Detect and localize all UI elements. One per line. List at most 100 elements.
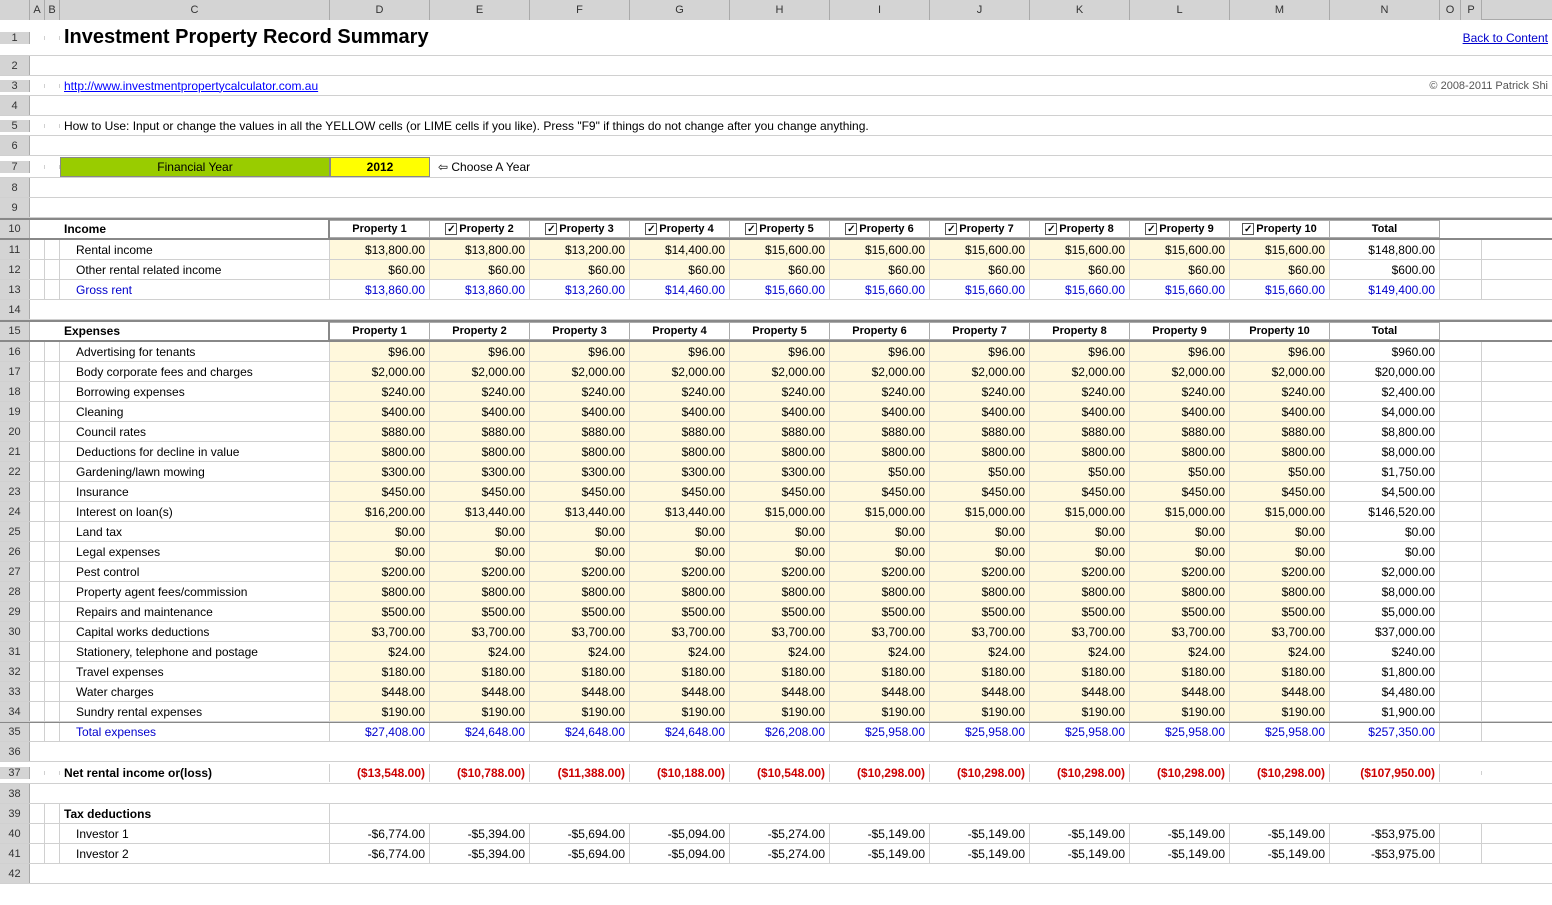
cleaning-p8[interactable]: $400.00 [1030,402,1130,421]
financial-year-value-cell[interactable]: 2012 [330,157,430,177]
borrowing-p8[interactable]: $240.00 [1030,382,1130,401]
legal-p1[interactable]: $0.00 [330,542,430,561]
water-p5[interactable]: $448.00 [730,682,830,701]
gardening-p8[interactable]: $50.00 [1030,462,1130,481]
interest-p1[interactable]: $16,200.00 [330,502,430,521]
sundry-p10[interactable]: $190.00 [1230,702,1330,721]
agent-fees-p1[interactable]: $800.00 [330,582,430,601]
legal-p10[interactable]: $0.00 [1230,542,1330,561]
interest-p5[interactable]: $15,000.00 [730,502,830,521]
rental-income-p2[interactable]: $13,800.00 [430,240,530,259]
other-rental-p10[interactable]: $60.00 [1230,260,1330,279]
agent-fees-p4[interactable]: $800.00 [630,582,730,601]
borrowing-p9[interactable]: $240.00 [1130,382,1230,401]
repairs-p5[interactable]: $500.00 [730,602,830,621]
agent-fees-p6[interactable]: $800.00 [830,582,930,601]
repairs-p1[interactable]: $500.00 [330,602,430,621]
borrowing-p10[interactable]: $240.00 [1230,382,1330,401]
council-p2[interactable]: $880.00 [430,422,530,441]
interest-p2[interactable]: $13,440.00 [430,502,530,521]
travel-p2[interactable]: $180.00 [430,662,530,681]
agent-fees-p8[interactable]: $800.00 [1030,582,1130,601]
agent-fees-p9[interactable]: $800.00 [1130,582,1230,601]
p5-checkbox[interactable]: ✓ [745,223,757,235]
capital-works-p7[interactable]: $3,700.00 [930,622,1030,641]
p3-checkbox[interactable]: ✓ [545,223,557,235]
repairs-p4[interactable]: $500.00 [630,602,730,621]
decline-p5[interactable]: $800.00 [730,442,830,461]
travel-p9[interactable]: $180.00 [1130,662,1230,681]
cleaning-p1[interactable]: $400.00 [330,402,430,421]
advertising-p5[interactable]: $96.00 [730,342,830,361]
pest-p4[interactable]: $200.00 [630,562,730,581]
stationery-p6[interactable]: $24.00 [830,642,930,661]
borrowing-p4[interactable]: $240.00 [630,382,730,401]
legal-p8[interactable]: $0.00 [1030,542,1130,561]
water-p3[interactable]: $448.00 [530,682,630,701]
borrowing-p7[interactable]: $240.00 [930,382,1030,401]
land-tax-p1[interactable]: $0.00 [330,522,430,541]
other-rental-p3[interactable]: $60.00 [530,260,630,279]
agent-fees-p5[interactable]: $800.00 [730,582,830,601]
insurance-p3[interactable]: $450.00 [530,482,630,501]
agent-fees-p10[interactable]: $800.00 [1230,582,1330,601]
gardening-p4[interactable]: $300.00 [630,462,730,481]
land-tax-p10[interactable]: $0.00 [1230,522,1330,541]
pest-p3[interactable]: $200.00 [530,562,630,581]
repairs-p7[interactable]: $500.00 [930,602,1030,621]
borrowing-p6[interactable]: $240.00 [830,382,930,401]
rental-income-p10[interactable]: $15,600.00 [1230,240,1330,259]
water-p2[interactable]: $448.00 [430,682,530,701]
back-to-content-link[interactable]: Back to Content [1463,31,1548,45]
repairs-p3[interactable]: $500.00 [530,602,630,621]
capital-works-p1[interactable]: $3,700.00 [330,622,430,641]
p2-checkbox[interactable]: ✓ [445,223,457,235]
other-rental-p1[interactable]: $60.00 [330,260,430,279]
land-tax-p2[interactable]: $0.00 [430,522,530,541]
website-link[interactable]: http://www.investmentpropertycalculator.… [64,79,318,93]
rental-income-p4[interactable]: $14,400.00 [630,240,730,259]
legal-p4[interactable]: $0.00 [630,542,730,561]
legal-p5[interactable]: $0.00 [730,542,830,561]
sundry-p9[interactable]: $190.00 [1130,702,1230,721]
insurance-p2[interactable]: $450.00 [430,482,530,501]
p7-checkbox[interactable]: ✓ [945,223,957,235]
water-p6[interactable]: $448.00 [830,682,930,701]
gardening-p6[interactable]: $50.00 [830,462,930,481]
decline-p2[interactable]: $800.00 [430,442,530,461]
capital-works-p3[interactable]: $3,700.00 [530,622,630,641]
p9-checkbox[interactable]: ✓ [1145,223,1157,235]
pest-p6[interactable]: $200.00 [830,562,930,581]
cleaning-p9[interactable]: $400.00 [1130,402,1230,421]
water-p7[interactable]: $448.00 [930,682,1030,701]
borrowing-p5[interactable]: $240.00 [730,382,830,401]
decline-p1[interactable]: $800.00 [330,442,430,461]
body-corp-p4[interactable]: $2,000.00 [630,362,730,381]
travel-p3[interactable]: $180.00 [530,662,630,681]
land-tax-p3[interactable]: $0.00 [530,522,630,541]
other-rental-p4[interactable]: $60.00 [630,260,730,279]
repairs-p9[interactable]: $500.00 [1130,602,1230,621]
sundry-p3[interactable]: $190.00 [530,702,630,721]
repairs-p2[interactable]: $500.00 [430,602,530,621]
pest-p9[interactable]: $200.00 [1130,562,1230,581]
gardening-p7[interactable]: $50.00 [930,462,1030,481]
sundry-p4[interactable]: $190.00 [630,702,730,721]
legal-p6[interactable]: $0.00 [830,542,930,561]
pest-p5[interactable]: $200.00 [730,562,830,581]
capital-works-p6[interactable]: $3,700.00 [830,622,930,641]
gardening-p9[interactable]: $50.00 [1130,462,1230,481]
other-rental-p6[interactable]: $60.00 [830,260,930,279]
interest-p9[interactable]: $15,000.00 [1130,502,1230,521]
body-corp-p8[interactable]: $2,000.00 [1030,362,1130,381]
cleaning-p10[interactable]: $400.00 [1230,402,1330,421]
body-corp-p1[interactable]: $2,000.00 [330,362,430,381]
sundry-p1[interactable]: $190.00 [330,702,430,721]
repairs-p6[interactable]: $500.00 [830,602,930,621]
insurance-p7[interactable]: $450.00 [930,482,1030,501]
council-p4[interactable]: $880.00 [630,422,730,441]
council-p9[interactable]: $880.00 [1130,422,1230,441]
cleaning-p7[interactable]: $400.00 [930,402,1030,421]
stationery-p8[interactable]: $24.00 [1030,642,1130,661]
repairs-p10[interactable]: $500.00 [1230,602,1330,621]
